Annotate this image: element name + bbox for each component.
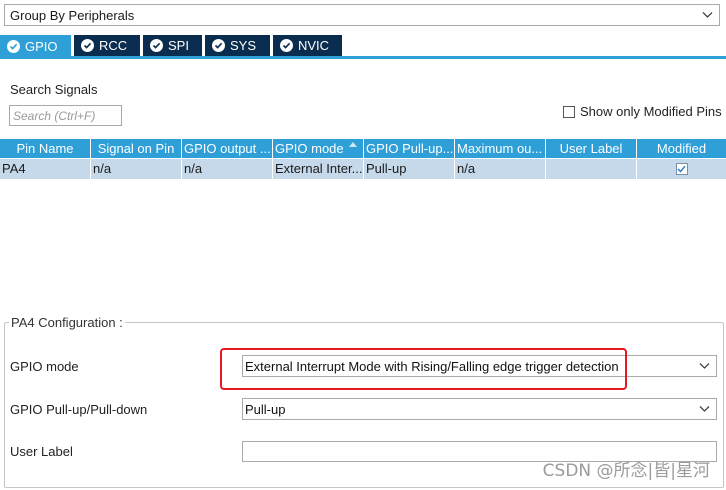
- peripheral-tab-bar: GPIO RCC SPI SYS NVIC: [0, 35, 726, 57]
- group-by-value: Group By Peripherals: [10, 7, 135, 23]
- tab-gpio-label: GPIO: [25, 38, 58, 54]
- tab-sys[interactable]: SYS: [205, 35, 270, 56]
- check-circle-icon: [212, 39, 225, 52]
- column-header-max-output[interactable]: Maximum ou...: [455, 139, 546, 158]
- show-modified-label: Show only Modified Pins: [580, 104, 722, 119]
- chevron-down-icon: [699, 406, 710, 412]
- cell-gpio-mode: External Inter...: [273, 159, 364, 179]
- search-signals-label: Search Signals: [10, 82, 98, 97]
- tab-spi-label: SPI: [168, 38, 189, 53]
- check-circle-icon: [150, 39, 163, 52]
- checkmark-icon: [677, 165, 686, 173]
- highlight-annotation: [220, 348, 627, 390]
- check-circle-icon: [7, 39, 20, 53]
- tab-gpio[interactable]: GPIO: [0, 35, 71, 57]
- show-modified-checkbox[interactable]: [563, 105, 575, 118]
- cell-signal: n/a: [91, 159, 182, 179]
- column-header-pull[interactable]: GPIO Pull-up...: [364, 139, 455, 158]
- cell-pull: Pull-up: [364, 159, 455, 179]
- group-by-dropdown[interactable]: Group By Peripherals: [4, 4, 720, 26]
- user-label-label: User Label: [10, 444, 73, 459]
- cell-pin-name: PA4: [0, 159, 91, 179]
- cell-max-output: n/a: [455, 159, 546, 179]
- column-header-signal[interactable]: Signal on Pin: [91, 139, 182, 158]
- column-header-user-label[interactable]: User Label: [546, 139, 637, 158]
- tab-rcc-label: RCC: [99, 38, 128, 53]
- column-header-pin-name[interactable]: Pin Name: [0, 139, 91, 158]
- cell-gpio-output: n/a: [182, 159, 273, 179]
- pull-value: Pull-up: [245, 401, 286, 417]
- search-input[interactable]: [10, 106, 121, 125]
- tab-nvic[interactable]: NVIC: [273, 35, 342, 56]
- search-box: [9, 105, 122, 126]
- gpio-mode-label: GPIO mode: [10, 359, 79, 374]
- pull-select[interactable]: Pull-up: [242, 398, 717, 420]
- column-header-gpio-mode[interactable]: GPIO mode: [273, 139, 364, 158]
- show-modified-filter[interactable]: Show only Modified Pins: [563, 104, 722, 119]
- gpio-mode-header-label: GPIO mode: [275, 141, 344, 156]
- column-header-modified[interactable]: Modified: [637, 139, 726, 158]
- modified-checkbox[interactable]: [675, 163, 688, 175]
- sort-ascending-icon: [349, 142, 357, 147]
- pin-configuration-title: PA4 Configuration :: [9, 315, 125, 330]
- tab-rcc[interactable]: RCC: [74, 35, 140, 56]
- chevron-down-icon: [699, 363, 710, 369]
- cell-user-label: [546, 159, 637, 179]
- tab-sys-label: SYS: [230, 38, 257, 53]
- tab-underline: [0, 56, 726, 59]
- check-circle-icon: [280, 39, 293, 52]
- tab-nvic-label: NVIC: [298, 38, 330, 53]
- pull-label: GPIO Pull-up/Pull-down: [10, 402, 148, 417]
- chevron-down-icon: [702, 12, 713, 18]
- cell-modified: [637, 159, 726, 179]
- watermark: CSDN @所念|皆|星河: [542, 461, 710, 481]
- column-header-gpio-output[interactable]: GPIO output ...: [182, 139, 273, 158]
- tab-spi[interactable]: SPI: [143, 35, 202, 56]
- table-row[interactable]: PA4 n/a n/a External Inter... Pull-up n/…: [0, 159, 726, 179]
- pin-table-header: Pin Name Signal on Pin GPIO output ... G…: [0, 139, 726, 158]
- check-circle-icon: [81, 39, 94, 52]
